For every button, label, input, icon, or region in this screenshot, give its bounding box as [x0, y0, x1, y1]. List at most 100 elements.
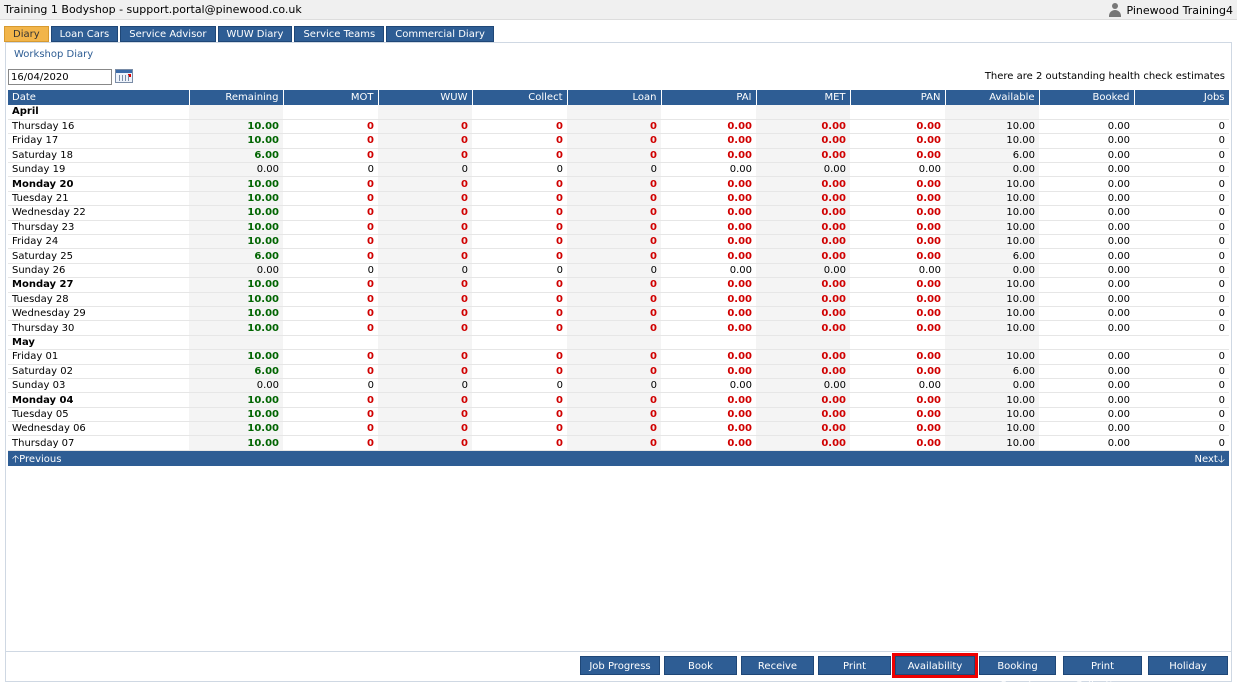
cell-date[interactable]: Monday 20: [8, 176, 189, 192]
section-title: Workshop Diary: [14, 49, 94, 60]
cell-collect: 0: [472, 277, 567, 293]
window-title: Training 1 Bodyshop - support.portal@pin…: [4, 3, 302, 16]
cell-available: 10.00: [945, 277, 1039, 293]
cell-loan: 0: [567, 392, 661, 408]
cell-date[interactable]: Tuesday 28: [8, 292, 189, 307]
tab-service-teams[interactable]: Service Teams: [294, 26, 385, 42]
previous-link[interactable]: 🡡Previous: [12, 452, 61, 469]
cell-pai: 0.00: [661, 248, 756, 264]
cell-date[interactable]: Thursday 23: [8, 220, 189, 236]
cell-pan: 0.00: [850, 421, 945, 437]
cell-date[interactable]: Saturday 18: [8, 148, 189, 164]
cell-date[interactable]: Saturday 02: [8, 364, 189, 379]
cell-loan: 0: [567, 133, 661, 149]
cell-pan: 0.00: [850, 119, 945, 135]
table-cell: [283, 105, 378, 120]
cell-mot: 0: [283, 133, 378, 149]
cell-date[interactable]: Saturday 25: [8, 248, 189, 264]
cell-date[interactable]: Monday 04: [8, 392, 189, 408]
column-header-date: Date: [8, 90, 190, 105]
tab-bar: Diary Loan Cars Service Advisor WUW Diary Se…: [4, 26, 494, 42]
cell-date[interactable]: Friday 17: [8, 133, 189, 149]
cell-met: 0.00: [756, 349, 850, 365]
cell-pan: 0.00: [850, 234, 945, 250]
tab-wuw-diary[interactable]: WUW Diary: [217, 26, 293, 42]
date-input[interactable]: [8, 69, 112, 85]
next-link[interactable]: Next🡣: [1195, 452, 1225, 469]
cell-met: 0.00: [756, 421, 850, 437]
cell-loan: 0: [567, 435, 661, 451]
cell-date[interactable]: Friday 24: [8, 234, 189, 250]
cell-remaining: 10.00: [189, 234, 283, 250]
cell-remaining: 0.00: [189, 263, 283, 279]
cell-mot: 0: [283, 407, 378, 423]
cell-booked: 0.00: [1039, 119, 1134, 135]
cell-date[interactable]: Monday 27: [8, 277, 189, 293]
cell-date[interactable]: Thursday 30: [8, 320, 189, 336]
print-button[interactable]: Print: [818, 656, 891, 675]
cell-mot: 0: [283, 220, 378, 236]
availability-button[interactable]: Availability: [892, 653, 978, 678]
cell-met: 0.00: [756, 392, 850, 408]
cell-pai: 0.00: [661, 119, 756, 135]
cell-available: 0.00: [945, 263, 1039, 279]
cell-wuw: 0: [378, 421, 472, 437]
month-label: April: [8, 105, 189, 120]
cell-date[interactable]: Wednesday 06: [8, 421, 189, 437]
cell-date[interactable]: Wednesday 22: [8, 205, 189, 221]
cell-loan: 0: [567, 205, 661, 221]
cell-remaining: 10.00: [189, 133, 283, 149]
title-bar: Training 1 Bodyshop - support.portal@pin…: [0, 0, 1237, 20]
tab-service-advisor[interactable]: Service Advisor: [120, 26, 216, 42]
cell-pai: 0.00: [661, 407, 756, 423]
cell-pai: 0.00: [661, 364, 756, 379]
cell-mot: 0: [283, 392, 378, 408]
cell-loan: 0: [567, 407, 661, 423]
month-row: May: [8, 335, 1229, 351]
job-progress-button[interactable]: Job Progress: [580, 656, 660, 675]
booking-search-button[interactable]: Booking Search: [979, 656, 1056, 691]
cell-date[interactable]: Tuesday 05: [8, 407, 189, 423]
cell-date[interactable]: Sunday 03: [8, 378, 189, 394]
table-row: Saturday 25 6.00 0 0 0 0 0.00 0.00 0.00 6.00 0.00 0: [8, 248, 1229, 264]
table-cell: [756, 335, 850, 351]
table-cell: [378, 105, 472, 120]
receive-button[interactable]: Receive: [741, 656, 814, 675]
cell-jobs: 0: [1134, 119, 1229, 135]
cell-date[interactable]: Sunday 19: [8, 162, 189, 178]
tab-loan-cars[interactable]: Loan Cars: [50, 26, 119, 42]
cell-jobs: 0: [1134, 191, 1229, 207]
cell-pai: 0.00: [661, 263, 756, 279]
cell-date[interactable]: Sunday 26: [8, 263, 189, 279]
table-row: Sunday 03 0.00 0 0 0 0 0.00 0.00 0.00 0.00 0.00 0: [8, 378, 1229, 394]
book-button[interactable]: Book: [664, 656, 737, 675]
cell-available: 10.00: [945, 407, 1039, 423]
print-collections-button[interactable]: Print Collections: [1063, 656, 1142, 691]
column-header-available: Available: [945, 90, 1040, 105]
cell-booked: 0.00: [1039, 220, 1134, 236]
cell-booked: 0.00: [1039, 191, 1134, 207]
cell-booked: 0.00: [1039, 263, 1134, 279]
cell-date[interactable]: Thursday 16: [8, 119, 189, 135]
cell-date[interactable]: Wednesday 29: [8, 306, 189, 322]
table-row: Friday 01 10.00 0 0 0 0 0.00 0.00 0.00 10.00 0.00 0: [8, 349, 1229, 365]
calendar-icon[interactable]: [115, 69, 133, 83]
cell-collect: 0: [472, 220, 567, 236]
table-row: Wednesday 29 10.00 0 0 0 0 0.00 0.00 0.00 10.00 0.…: [8, 306, 1229, 322]
holiday-button[interactable]: Holiday: [1148, 656, 1228, 675]
table-row: Saturday 18 6.00 0 0 0 0 0.00 0.00 0.00 6.00 0.00 0: [8, 148, 1229, 164]
tab-diary[interactable]: Diary: [4, 26, 49, 42]
cell-date[interactable]: Friday 01: [8, 349, 189, 365]
cell-wuw: 0: [378, 277, 472, 293]
user-menu[interactable]: Pinewood Training4: [1108, 3, 1233, 17]
tab-commercial-diary[interactable]: Commercial Diary: [386, 26, 494, 42]
cell-mot: 0: [283, 263, 378, 279]
cell-mot: 0: [283, 292, 378, 307]
table-row: Thursday 30 10.00 0 0 0 0 0.00 0.00 0.00 10.00 0.0…: [8, 320, 1229, 336]
cell-date[interactable]: Tuesday 21: [8, 191, 189, 207]
cell-remaining: 6.00: [189, 248, 283, 264]
cell-loan: 0: [567, 364, 661, 379]
cell-loan: 0: [567, 292, 661, 307]
cell-date[interactable]: Thursday 07: [8, 435, 189, 451]
cell-pai: 0.00: [661, 320, 756, 336]
